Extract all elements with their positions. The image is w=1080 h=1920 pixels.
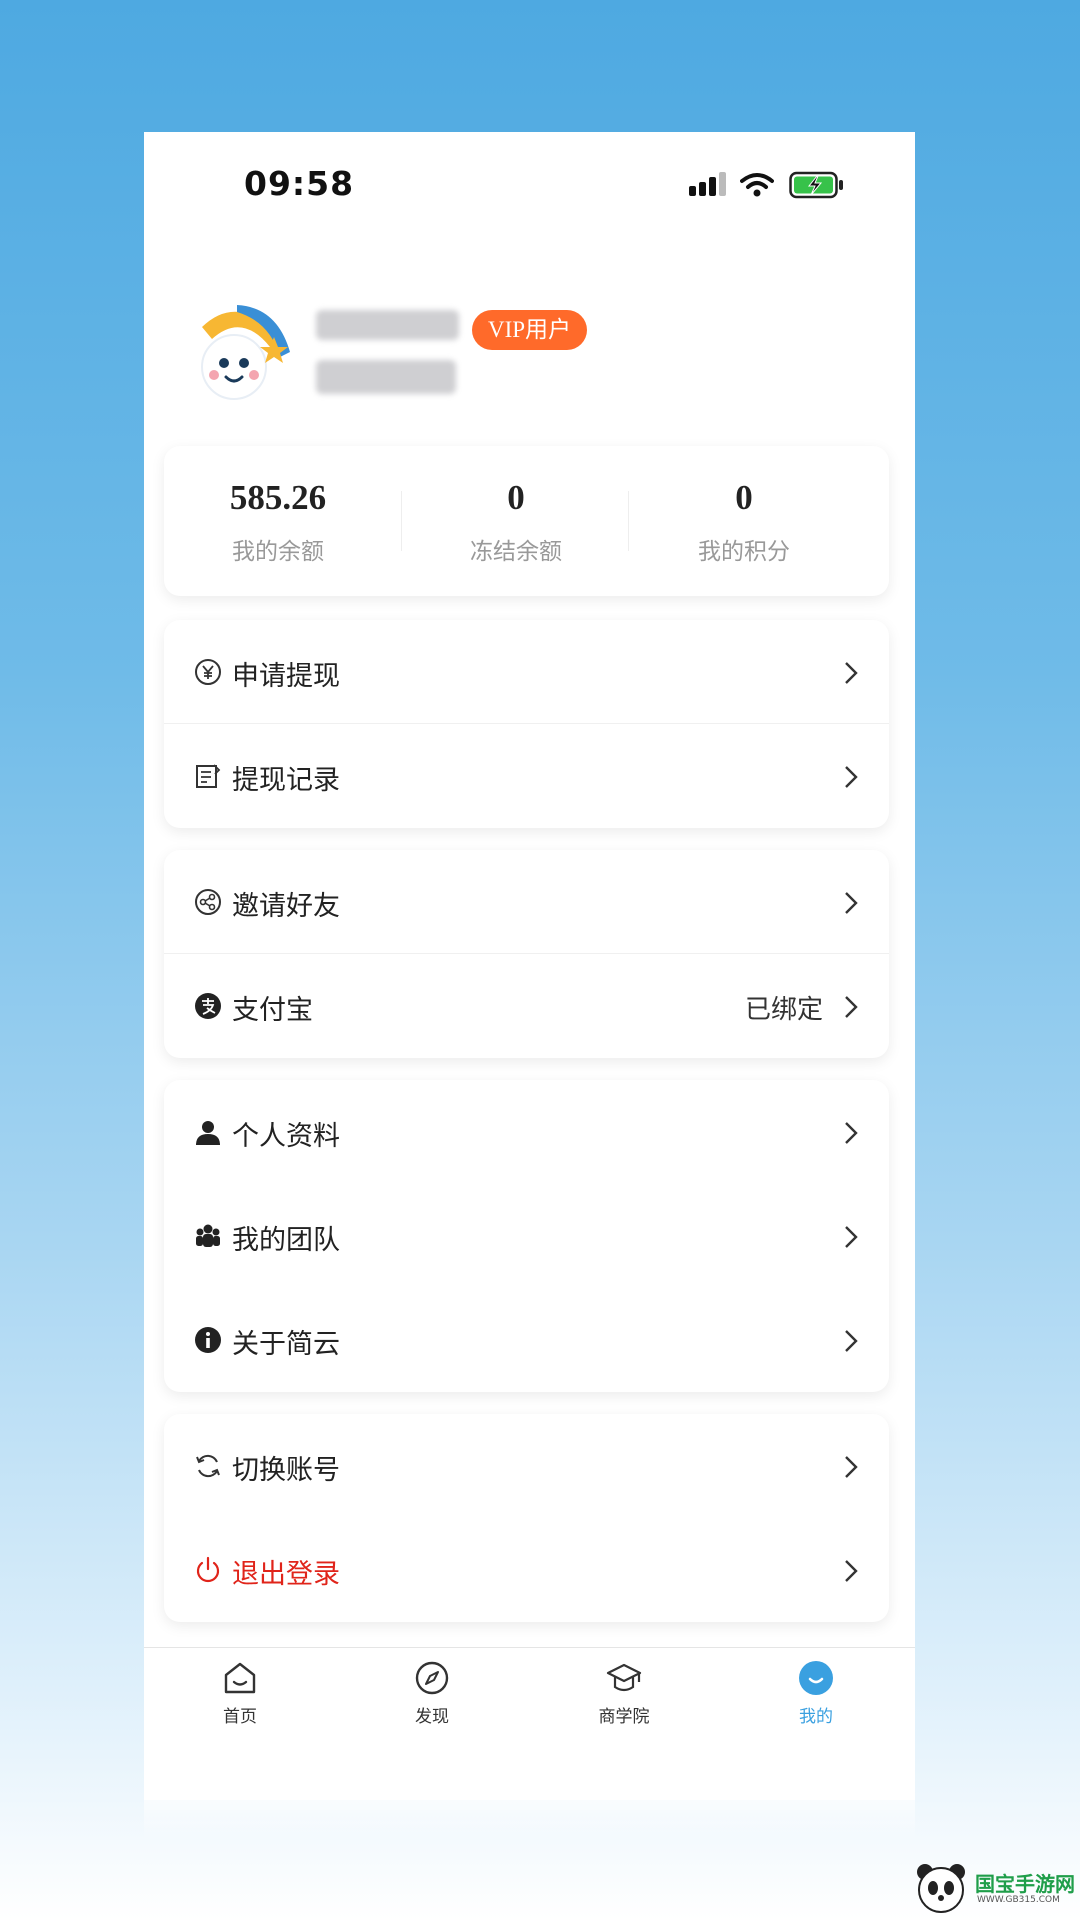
menu-alipay[interactable]: 支付宝 已绑定: [164, 954, 889, 1058]
menu-withdraw-records[interactable]: 提现记录: [164, 724, 889, 828]
menu-personal-info[interactable]: 个人资料: [164, 1080, 889, 1184]
account-info-card: 个人资料 我的团队 关于简云: [164, 1080, 889, 1392]
withdraw-card: 申请提现 提现记录: [164, 620, 889, 828]
info-icon: [195, 1327, 221, 1353]
chevron-right-icon: [845, 662, 858, 684]
refresh-icon: [196, 1454, 220, 1478]
bottom-tab-bar: 首页 发现 商学院 我的: [144, 1647, 915, 1747]
avatar[interactable]: [182, 297, 294, 409]
smile-icon: [799, 1661, 833, 1695]
tab-mine[interactable]: 我的: [756, 1660, 876, 1727]
stat-label: 冻结余额: [470, 539, 562, 565]
tab-label: 我的: [799, 1707, 833, 1727]
tab-label: 商学院: [598, 1707, 650, 1727]
stat-label: 我的余额: [232, 539, 324, 565]
user-id-blurred: [316, 360, 456, 394]
panda-logo-icon: [917, 1864, 965, 1913]
stat-value: 0: [507, 478, 525, 517]
watermark-url: WWW.GB315.COM: [977, 1895, 1060, 1905]
chevron-right-icon: [845, 766, 858, 788]
menu-label: 关于简云: [232, 1329, 340, 1360]
chevron-right-icon: [845, 1330, 858, 1352]
menu-label: 退出登录: [232, 1559, 340, 1590]
tab-home[interactable]: 首页: [180, 1660, 300, 1727]
menu-label: 提现记录: [232, 765, 340, 796]
battery-charging-icon: [789, 171, 843, 199]
balance-stats-card: 585.26 我的余额 0 冻结余额 0 我的积分: [164, 446, 889, 596]
username-blurred: [316, 310, 459, 340]
divider: [628, 491, 629, 551]
watermark-name: 国宝手游网: [975, 1872, 1075, 1896]
chevron-right-icon: [845, 1226, 858, 1248]
menu-invite-friends[interactable]: 邀请好友: [164, 850, 889, 954]
compass-icon: [415, 1661, 449, 1695]
chevron-right-icon: [845, 1122, 858, 1144]
menu-label: 邀请好友: [232, 891, 340, 922]
status-bar: 09:58: [144, 132, 915, 242]
stat-label: 我的积分: [698, 539, 790, 565]
alipay-icon: [195, 993, 221, 1019]
tab-label: 首页: [223, 1707, 257, 1727]
menu-logout[interactable]: 退出登录: [164, 1518, 889, 1622]
chevron-right-icon: [845, 1456, 858, 1478]
menu-label: 切换账号: [232, 1455, 340, 1486]
stat-balance[interactable]: 585.26 我的余额: [164, 446, 392, 596]
menu-label: 申请提现: [232, 661, 340, 692]
stat-points[interactable]: 0 我的积分: [630, 446, 858, 596]
stat-value: 585.26: [229, 478, 327, 517]
invite-alipay-card: 邀请好友 支付宝 已绑定: [164, 850, 889, 1058]
session-card: 切换账号 退出登录: [164, 1414, 889, 1622]
screen-fade: [144, 1780, 915, 1840]
chevron-right-icon: [845, 892, 858, 914]
status-time: 09:58: [244, 164, 355, 203]
phone-screen: 09:58 VIP用户 585.26 我的余额 0 冻结余额 0 我的积分 申请…: [144, 132, 915, 1800]
menu-label: 个人资料: [232, 1121, 340, 1152]
yen-icon: [195, 659, 221, 685]
chevron-right-icon: [845, 996, 858, 1018]
graduation-cap-icon: [606, 1663, 642, 1692]
wifi-icon: [740, 173, 774, 197]
menu-label: 我的团队: [232, 1225, 340, 1256]
tab-discover[interactable]: 发现: [372, 1660, 492, 1727]
tab-academy[interactable]: 商学院: [564, 1660, 684, 1727]
chevron-right-icon: [845, 1560, 858, 1582]
user-icon: [196, 1121, 220, 1145]
stat-value: 0: [735, 478, 753, 517]
power-icon: [196, 1556, 220, 1583]
share-icon: [195, 889, 221, 915]
menu-switch-account[interactable]: 切换账号: [164, 1414, 889, 1518]
records-icon: [196, 764, 221, 788]
tab-label: 发现: [415, 1707, 449, 1727]
team-icon: [196, 1224, 220, 1247]
menu-about[interactable]: 关于简云: [164, 1288, 889, 1392]
menu-withdraw-apply[interactable]: 申请提现: [164, 620, 889, 724]
vip-badge: VIP用户: [472, 310, 588, 350]
alipay-status: 已绑定: [744, 995, 823, 1025]
menu-my-team[interactable]: 我的团队: [164, 1184, 889, 1288]
cellular-signal-icon: [689, 172, 726, 196]
site-watermark: 国宝手游网 WWW.GB315.COM: [905, 1860, 1077, 1916]
stat-frozen[interactable]: 0 冻结余额: [402, 446, 630, 596]
home-icon: [224, 1662, 256, 1694]
menu-label: 支付宝: [232, 995, 313, 1026]
